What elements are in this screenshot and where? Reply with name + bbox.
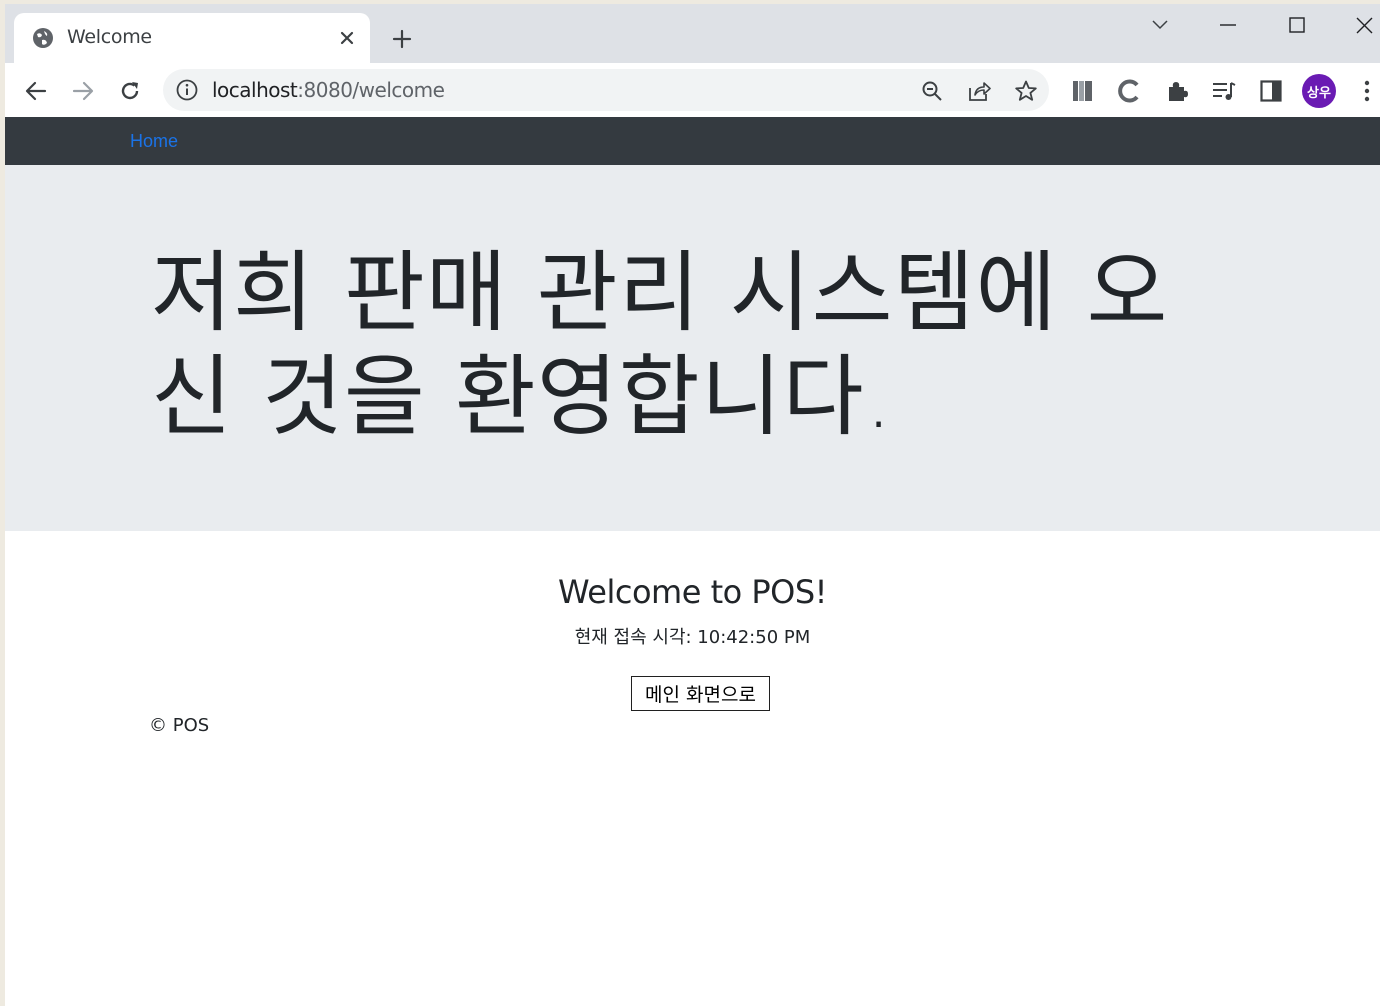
browser-toolbar: localhost:8080/welcome 상우 <box>5 63 1380 117</box>
address-bar[interactable]: localhost:8080/welcome <box>163 69 1049 111</box>
zoom-out-icon[interactable] <box>919 78 945 104</box>
web-page: Home 저희 판매 관리 시스템에 오 신 것을 환영합니다. Welcome… <box>5 117 1380 1006</box>
arrow-right-icon[interactable] <box>68 76 98 106</box>
sidepanel-icon[interactable] <box>1256 76 1286 106</box>
close-icon[interactable] <box>334 25 360 51</box>
minimize-icon[interactable] <box>1208 8 1248 42</box>
close-icon[interactable] <box>1344 8 1380 42</box>
more-vertical-icon[interactable] <box>1352 76 1380 106</box>
arrow-left-icon[interactable] <box>21 76 51 106</box>
access-time: 현재 접속 시각: 10:42:50 PM <box>574 627 811 648</box>
profile-avatar[interactable]: 상우 <box>1302 74 1336 108</box>
nav-home-link[interactable]: Home <box>130 131 178 152</box>
tab-title: Welcome <box>67 26 152 48</box>
info-icon[interactable] <box>175 78 199 102</box>
navbar: Home <box>5 117 1380 165</box>
url-path: :8080/welcome <box>297 78 445 102</box>
reload-icon[interactable] <box>115 76 145 106</box>
tab-welcome[interactable]: Welcome <box>14 13 370 63</box>
footer: © POS <box>149 715 210 736</box>
star-icon[interactable] <box>1013 78 1039 104</box>
maximize-icon[interactable] <box>1277 8 1317 42</box>
jumbotron: 저희 판매 관리 시스템에 오 신 것을 환영합니다. <box>5 165 1380 531</box>
share-icon[interactable] <box>966 78 992 104</box>
jumbotron-title-line2: 신 것을 환영합니다. <box>151 345 894 448</box>
url-host: localhost <box>212 78 298 102</box>
c-icon[interactable] <box>1114 76 1144 106</box>
playlist-icon[interactable] <box>1209 76 1239 106</box>
main-screen-button[interactable]: 메인 화면으로 <box>631 676 770 711</box>
plus-icon[interactable] <box>387 24 417 54</box>
tab-strip: Welcome <box>5 4 1380 63</box>
welcome-heading: Welcome to POS! <box>558 573 827 611</box>
browser-window: Welcome localhost:8080/welcome 상우 Home 저… <box>5 4 1380 1006</box>
jumbotron-title-line1: 저희 판매 관리 시스템에 오 <box>151 241 1169 344</box>
puzzle-icon[interactable] <box>1162 76 1192 106</box>
url-text[interactable]: localhost:8080/welcome <box>212 78 445 102</box>
globe-icon <box>33 28 53 48</box>
chevron-down-icon[interactable] <box>1140 8 1180 42</box>
books-icon[interactable] <box>1068 76 1098 106</box>
jumbotron-title: 저희 판매 관리 시스템에 오 신 것을 환영합니다. <box>151 241 1231 449</box>
